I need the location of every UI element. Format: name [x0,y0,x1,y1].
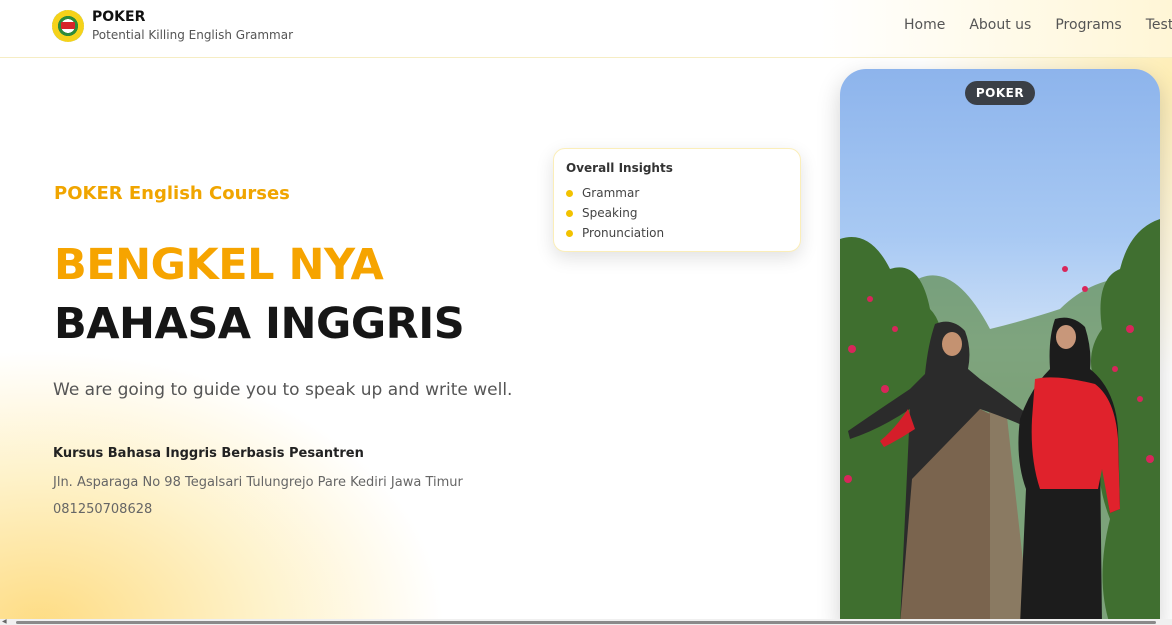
scroll-left-arrow-icon[interactable]: ◀ [2,619,7,625]
insights-card: Overall Insights Grammar Speaking Pronun… [553,148,801,252]
nav-about-us[interactable]: About us [969,17,1031,33]
video-badge: POKER [965,81,1035,105]
scrollbar-thumb[interactable] [16,621,1156,624]
nav-testimonials[interactable]: Testim [1146,17,1172,33]
bullet-dot-icon [566,209,573,217]
insights-item: Pronunciation [566,223,788,243]
brand-link[interactable]: POKER Potential Killing English Grammar [52,8,293,43]
info-title: Kursus Bahasa Inggris Berbasis Pesantren [53,446,364,461]
hero-subtitle: We are going to guide you to speak up an… [53,380,513,400]
bullet-dot-icon [566,189,573,197]
insights-item-label: Pronunciation [582,226,665,240]
hero-headline-line2: BAHASA INGGRIS [54,299,465,349]
info-address: Jln. Asparaga No 98 Tegalsari Tulungrejo… [53,475,463,490]
nav-programs[interactable]: Programs [1055,17,1121,33]
insights-item-label: Speaking [582,206,638,220]
insights-item: Speaking [566,203,788,223]
info-phone: 081250708628 [53,502,153,517]
hero-headline-line1: BENGKEL NYA [54,240,384,290]
hero-eyebrow: POKER English Courses [54,183,290,204]
insights-item-label: Grammar [582,186,640,200]
horizontal-scrollbar[interactable]: ◀ [0,619,1172,625]
brand-text: POKER Potential Killing English Grammar [92,8,293,43]
promo-video[interactable]: POKER [840,69,1160,625]
insights-title: Overall Insights [566,161,673,175]
main-nav: Home About us Programs Testim [904,17,1172,33]
brand-tagline: Potential Killing English Grammar [92,28,294,42]
insights-item: Grammar [566,183,788,203]
video-frame-illustration [840,219,1160,625]
brand-name: POKER [92,9,146,25]
poker-logo-icon [52,9,84,42]
nav-home[interactable]: Home [904,17,945,33]
site-header: POKER Potential Killing English Grammar … [0,0,1172,58]
bullet-dot-icon [566,229,573,237]
